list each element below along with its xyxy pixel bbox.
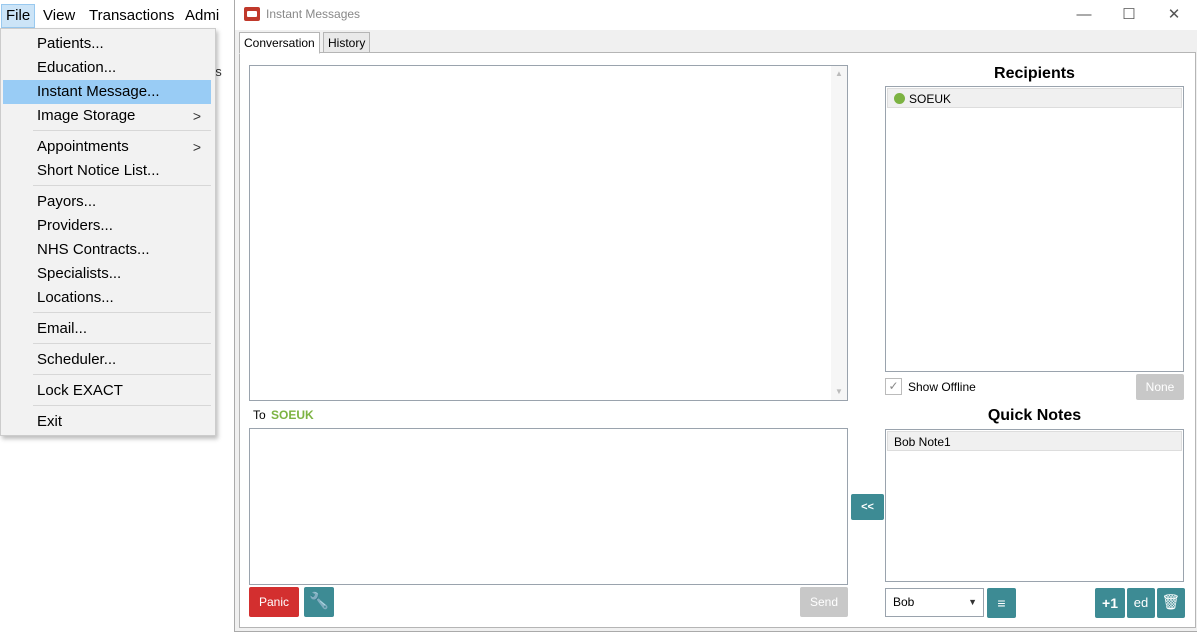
menu-separator [33, 312, 211, 313]
conversation-scrollbar[interactable]: ▲ ▼ [831, 66, 847, 400]
menu-item-specialists[interactable]: Specialists... [3, 262, 211, 286]
tab-history[interactable]: History [323, 32, 371, 53]
tab-conversation[interactable]: Conversation [239, 32, 320, 54]
to-recipient-name: SOEUK [271, 408, 314, 422]
menu-separator [33, 185, 211, 186]
trash-icon[interactable]: 🗑 [1157, 588, 1185, 618]
menu-item-locations[interactable]: Locations... [3, 286, 211, 310]
recipients-list: SOEUK [885, 86, 1184, 372]
app-icon [244, 7, 260, 21]
menu-item-label: NHS Contracts... [37, 241, 150, 258]
menu-item-education[interactable]: Education... [3, 56, 211, 80]
menu-item-appointments[interactable]: Appointments > [3, 135, 211, 159]
chevron-down-icon: ▼ [968, 597, 977, 607]
menu-item-label: Lock EXACT [37, 382, 123, 399]
menu-item-label: Short Notice List... [37, 162, 160, 179]
edit-note-icon[interactable]: ed [1127, 588, 1155, 618]
text-align-icon[interactable]: ≡ [987, 588, 1016, 618]
wrench-icon[interactable]: 🔧 [304, 587, 334, 617]
menu-item-label: Patients... [37, 35, 104, 52]
menu-item-label: Locations... [37, 289, 114, 306]
menu-item-exit[interactable]: Exit [3, 410, 211, 434]
chevron-right-icon: > [192, 108, 201, 124]
instant-messages-window: Instant Messages — ☐ ✕ Conversation Hist… [234, 0, 1197, 632]
menu-item-label: Scheduler... [37, 351, 117, 368]
menu-item-providers[interactable]: Providers... [3, 214, 211, 238]
chevron-right-icon: > [192, 139, 201, 155]
menu-item-label: Providers... [37, 217, 113, 234]
scroll-up-icon[interactable]: ▲ [831, 66, 847, 82]
menu-item-label: Image Storage [37, 107, 136, 124]
minimize-button[interactable]: — [1061, 2, 1107, 28]
menu-item-label: Email... [37, 320, 88, 337]
menu-item-label: Exit [37, 413, 63, 430]
menu-admin[interactable]: Admi [181, 4, 223, 28]
menu-item-short-notice-list[interactable]: Short Notice List... [3, 159, 211, 183]
window-titlebar[interactable]: Instant Messages — ☐ ✕ [235, 0, 1197, 30]
menu-item-email[interactable]: Email... [3, 317, 211, 341]
menu-transactions[interactable]: Transactions [85, 4, 178, 28]
scroll-down-icon[interactable]: ▼ [831, 384, 847, 400]
send-button[interactable]: Send [800, 587, 848, 617]
insert-quick-note-button[interactable]: << [851, 494, 884, 520]
note-owner-value: Bob [893, 595, 915, 609]
select-none-button[interactable]: None [1136, 374, 1184, 400]
show-offline-label: Show Offline [908, 380, 976, 394]
recipients-heading: Recipients [994, 65, 1075, 82]
note-owner-select[interactable]: Bob ▼ [885, 588, 984, 617]
menu-item-label: Payors... [37, 193, 97, 210]
menu-item-image-storage[interactable]: Image Storage > [3, 104, 211, 128]
menu-file[interactable]: File [1, 4, 36, 28]
quick-notes-heading: Quick Notes [987, 407, 1082, 424]
menu-item-label: Instant Message... [37, 83, 160, 100]
menu-item-lock-exact[interactable]: Lock EXACT [3, 379, 211, 403]
menu-item-patients[interactable]: Patients... [3, 32, 211, 56]
panic-button[interactable]: Panic [249, 587, 299, 617]
close-button[interactable]: ✕ [1151, 2, 1197, 28]
maximize-button[interactable]: ☐ [1106, 2, 1152, 28]
recipient-item[interactable]: SOEUK [887, 88, 1182, 108]
show-offline-checkbox[interactable]: ✓ [885, 378, 902, 395]
quick-note-item[interactable]: Bob Note1 [887, 431, 1182, 451]
menu-item-scheduler[interactable]: Scheduler... [3, 348, 211, 372]
menu-item-nhs-contracts[interactable]: NHS Contracts... [3, 238, 211, 262]
menu-item-label: Education... [37, 59, 117, 76]
menu-view[interactable]: View [39, 4, 79, 28]
recipient-name: SOEUK [909, 92, 952, 106]
menu-item-payors[interactable]: Payors... [3, 190, 211, 214]
menu-separator [33, 130, 211, 131]
menu-separator [33, 374, 211, 375]
conversation-display[interactable]: ▲ ▼ [249, 65, 848, 401]
online-status-icon [894, 93, 905, 104]
conversation-panel: ▲ ▼ To SOEUK Panic 🔧 Send << Recipients … [239, 52, 1196, 628]
menu-item-instant-message[interactable]: Instant Message... [3, 80, 211, 104]
quick-notes-list: Bob Note1 [885, 429, 1184, 582]
menu-item-label: Appointments [37, 138, 129, 155]
message-compose-input[interactable] [249, 428, 848, 585]
menu-item-label: Specialists... [37, 265, 122, 282]
main-menubar: File View Transactions Admi [0, 0, 219, 30]
window-title: Instant Messages [266, 7, 361, 21]
add-note-button[interactable]: +1 [1095, 588, 1125, 618]
menu-separator [33, 343, 211, 344]
file-menu: Patients... Education... Instant Message… [0, 28, 216, 436]
menu-separator [33, 405, 211, 406]
to-label: To [253, 408, 266, 422]
